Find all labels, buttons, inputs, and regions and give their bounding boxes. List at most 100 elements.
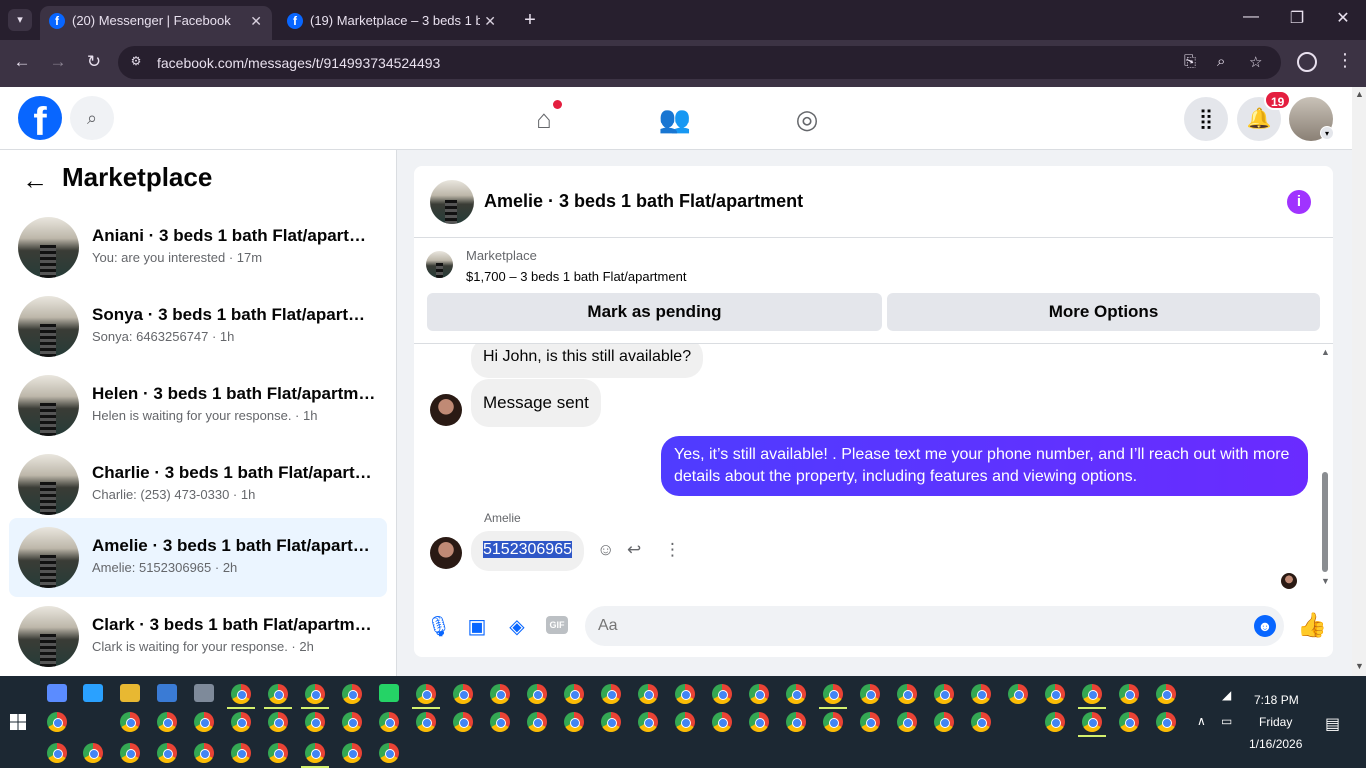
chrome-taskbar-icon[interactable] <box>860 712 880 732</box>
page-scrollbar[interactable]: ▲ ▼ <box>1352 87 1366 676</box>
chrome-taskbar-icon[interactable] <box>527 712 547 732</box>
gif-icon[interactable]: GIF <box>546 616 568 634</box>
chrome-taskbar-icon[interactable] <box>342 712 362 732</box>
incoming-message[interactable]: Hi John, is this still available? <box>471 344 704 378</box>
chrome-taskbar-icon[interactable] <box>342 743 362 763</box>
incoming-message[interactable]: 5152306965 <box>471 531 584 571</box>
chrome-taskbar-icon[interactable] <box>157 712 177 732</box>
conversation-item[interactable]: Sonya · 3 beds 1 bath Flat/apartment Son… <box>9 287 387 365</box>
more-actions-icon[interactable]: ⋮ <box>664 540 681 560</box>
chrome-taskbar-icon[interactable] <box>305 684 325 704</box>
chrome-taskbar-icon[interactable] <box>712 684 732 704</box>
facebook-logo[interactable]: f <box>18 96 62 140</box>
back-arrow-icon[interactable]: ← <box>22 165 48 196</box>
conversation-item[interactable]: Clark · 3 beds 1 bath Flat/apartment Cla… <box>9 597 387 675</box>
chrome-taskbar-icon[interactable] <box>453 712 473 732</box>
chrome-taskbar-icon[interactable] <box>1082 684 1102 704</box>
app-copilot-icon[interactable] <box>47 684 67 702</box>
notepad-icon[interactable] <box>194 684 214 702</box>
chrome-taskbar-icon[interactable] <box>823 712 843 732</box>
photo-icon[interactable]: ▣ <box>465 614 489 639</box>
new-tab-button[interactable]: + <box>518 8 542 32</box>
show-hidden-icons-chevron-icon[interactable]: ∧ <box>1197 714 1206 728</box>
chrome-taskbar-icon[interactable] <box>231 743 251 763</box>
close-tab-icon[interactable]: ✕ <box>250 6 262 36</box>
conversation-item[interactable]: Charlie · 3 beds 1 bath Flat/apartment C… <box>9 445 387 523</box>
chrome-taskbar-icon[interactable] <box>527 684 547 704</box>
minimize-button[interactable]: — <box>1236 8 1266 26</box>
forward-icon[interactable]: → <box>46 52 70 72</box>
chrome-taskbar-icon[interactable] <box>638 712 658 732</box>
menu-grid-icon[interactable]: ⣿ <box>1184 97 1228 141</box>
chrome-taskbar-icon[interactable] <box>564 684 584 704</box>
amelie-avatar[interactable] <box>430 537 462 569</box>
microphone-icon[interactable]: 🎙 <box>426 614 451 639</box>
chrome-taskbar-icon[interactable] <box>601 684 621 704</box>
amelie-avatar[interactable] <box>430 394 462 426</box>
chrome-taskbar-icon[interactable] <box>934 712 954 732</box>
chrome-taskbar-icon[interactable] <box>268 743 288 763</box>
reload-icon[interactable]: ↻ <box>82 52 106 72</box>
chrome-taskbar-icon[interactable] <box>268 684 288 704</box>
more-options-button[interactable]: More Options <box>887 293 1320 331</box>
chrome-taskbar-icon[interactable] <box>1045 684 1065 704</box>
message-input[interactable] <box>585 606 1284 646</box>
conversation-item[interactable]: Aniani · 3 beds 1 bath Flat/apartment Yo… <box>9 208 387 286</box>
chrome-taskbar-icon[interactable] <box>157 743 177 763</box>
incoming-message[interactable]: Message sent <box>471 379 601 427</box>
whatsapp-icon[interactable] <box>379 684 399 702</box>
chevron-down-icon[interactable]: ▾ <box>1320 126 1334 140</box>
chrome-taskbar-icon[interactable] <box>268 712 288 732</box>
chrome-taskbar-icon[interactable] <box>231 684 251 704</box>
clock-day[interactable]: Friday <box>1259 715 1292 729</box>
notification-center-icon[interactable]: ▤ <box>1325 714 1340 734</box>
chrome-taskbar-icon[interactable] <box>1008 684 1028 704</box>
close-window-button[interactable]: ✕ <box>1328 8 1358 28</box>
chrome-taskbar-icon[interactable] <box>120 712 140 732</box>
url-text[interactable]: facebook.com/messages/t/914993734524493 <box>157 55 440 71</box>
chrome-taskbar-icon[interactable] <box>194 712 214 732</box>
emoji-icon[interactable]: ☻ <box>1254 615 1276 637</box>
clock-date[interactable]: 1/16/2026 <box>1249 737 1302 751</box>
selected-phone-number[interactable]: 5152306965 <box>483 541 572 558</box>
chrome-taskbar-icon[interactable] <box>786 684 806 704</box>
conversation-item-selected[interactable]: Amelie · 3 beds 1 bath Flat/apartment Am… <box>9 518 387 597</box>
chrome-taskbar-icon[interactable] <box>1045 712 1065 732</box>
chrome-taskbar-icon[interactable] <box>675 684 695 704</box>
bookmark-star-icon[interactable]: ☆ <box>1249 53 1262 71</box>
chrome-taskbar-icon[interactable] <box>120 743 140 763</box>
clock-time[interactable]: 7:18 PM <box>1254 693 1299 707</box>
conversation-item[interactable]: Helen · 3 beds 1 bath Flat/apartment Hel… <box>9 366 387 444</box>
wifi-icon[interactable]: ◢ <box>1222 688 1231 702</box>
friends-icon[interactable]: 👥 <box>658 102 692 136</box>
groups-icon[interactable]: ◎ <box>790 102 824 136</box>
scroll-down-icon[interactable]: ▼ <box>1321 576 1330 586</box>
app-store-icon[interactable] <box>83 684 103 702</box>
chrome-taskbar-icon[interactable] <box>675 712 695 732</box>
scroll-up-icon[interactable]: ▲ <box>1321 347 1330 357</box>
keyboard-app-icon[interactable] <box>157 684 177 702</box>
tab-search-button[interactable]: ▾ <box>8 9 32 31</box>
close-tab-icon[interactable]: ✕ <box>484 6 496 36</box>
chrome-taskbar-icon[interactable] <box>1156 712 1176 732</box>
chrome-taskbar-icon[interactable] <box>379 743 399 763</box>
back-icon[interactable]: ← <box>10 52 34 72</box>
chrome-taskbar-icon[interactable] <box>342 684 362 704</box>
omnibox[interactable]: ⚙ facebook.com/messages/t/91499373452449… <box>118 46 1281 79</box>
chrome-taskbar-icon[interactable] <box>749 712 769 732</box>
chrome-taskbar-icon[interactable] <box>712 712 732 732</box>
chrome-taskbar-icon[interactable] <box>1119 684 1139 704</box>
listing-mini-thumbnail[interactable] <box>426 251 453 278</box>
file-explorer-icon[interactable] <box>120 684 140 702</box>
info-icon[interactable]: i <box>1287 190 1311 214</box>
chrome-taskbar-icon[interactable] <box>231 712 251 732</box>
chat-listing-thumbnail[interactable] <box>430 180 474 224</box>
chrome-taskbar-icon[interactable] <box>305 743 325 763</box>
chrome-taskbar-icon[interactable] <box>564 712 584 732</box>
sticker-icon[interactable]: ◈ <box>505 614 529 639</box>
chrome-taskbar-icon[interactable] <box>897 712 917 732</box>
mark-as-pending-button[interactable]: Mark as pending <box>427 293 882 331</box>
chrome-taskbar-icon[interactable] <box>749 684 769 704</box>
tab-marketplace[interactable]: f (19) Marketplace – 3 beds 1 bath ✕ <box>278 6 506 40</box>
listing-price[interactable]: $1,700 – 3 beds 1 bath Flat/apartment <box>466 269 686 284</box>
